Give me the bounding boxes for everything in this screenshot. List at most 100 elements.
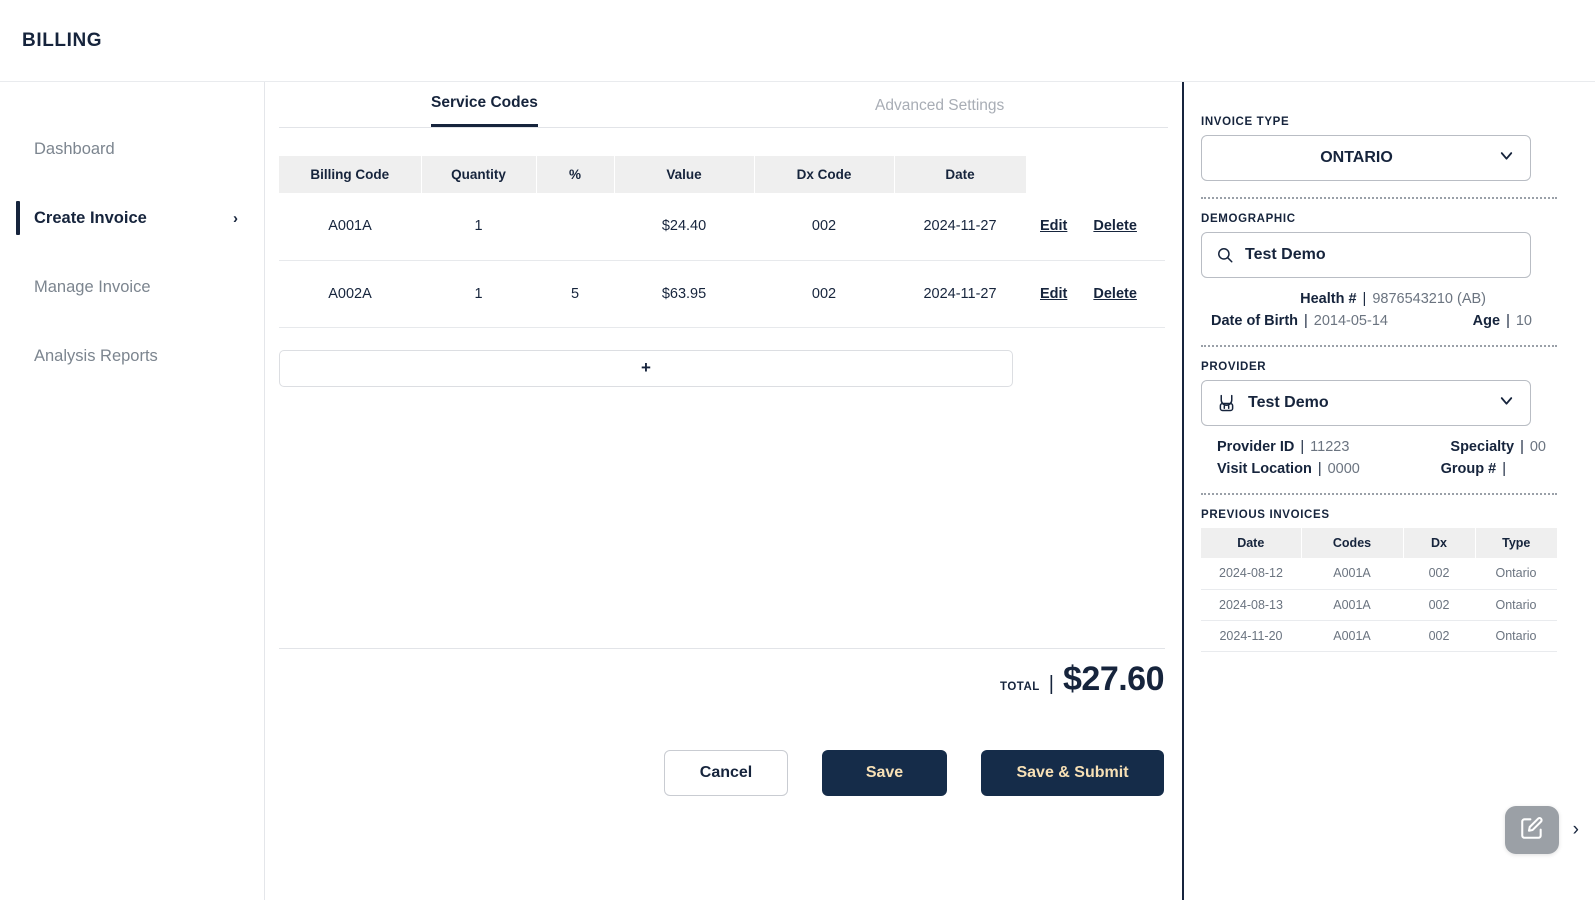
column-header-billing-code: Billing Code (279, 156, 422, 193)
provider-id-value: 11223 (1310, 439, 1350, 455)
cell-quantity: 1 (421, 193, 536, 261)
cell-dx-code: 002 (754, 193, 894, 261)
demographic-label: DEMOGRAPHIC (1201, 213, 1296, 225)
cell-billing-code: A002A (279, 260, 421, 328)
tab-service-codes[interactable]: Service Codes (431, 94, 538, 127)
cell-value: $24.40 (614, 193, 754, 261)
edit-link[interactable]: Edit (1040, 286, 1067, 302)
cell-date: 2024-11-27 (894, 260, 1026, 328)
column-header-codes: Codes (1301, 528, 1404, 558)
provider-select[interactable]: Test Demo (1201, 380, 1531, 426)
app-brand-title: BILLING (22, 29, 103, 51)
edit-fab-button[interactable] (1504, 806, 1559, 854)
section-divider (1201, 493, 1557, 495)
visit-location-label: Visit Location (1217, 461, 1312, 477)
chevron-down-icon (1497, 391, 1516, 415)
cell-dx: 002 (1403, 589, 1475, 621)
table-row[interactable]: 2024-08-12 A001A 002 Ontario (1201, 558, 1557, 590)
specialty-value: 00 (1529, 439, 1546, 455)
total-row: TOTAL | $27.60 (1000, 660, 1164, 699)
visit-location-group-line: Visit Location | 0000 Group # | (1201, 461, 1568, 477)
chevron-down-icon (1497, 146, 1516, 170)
delete-link[interactable]: Delete (1093, 286, 1137, 302)
visit-location-value: 0000 (1327, 461, 1360, 477)
sidebar-item-analysis-reports[interactable]: Analysis Reports (0, 331, 264, 381)
cell-dx-code: 002 (754, 260, 894, 328)
invoice-type-select[interactable]: ONTARIO (1201, 135, 1531, 181)
total-label: TOTAL (1000, 681, 1040, 693)
section-divider (1201, 197, 1557, 199)
search-icon (1216, 246, 1234, 264)
cell-date: 2024-11-20 (1201, 620, 1301, 652)
top-header: BILLING (0, 0, 1595, 82)
previous-invoices-label: PREVIOUS INVOICES (1201, 509, 1330, 521)
cell-type: Ontario (1475, 558, 1557, 590)
age-value: 10 (1515, 313, 1532, 329)
dob-value: 2014-05-14 (1313, 313, 1388, 329)
kv-separator: | (1502, 461, 1506, 477)
cell-type: Ontario (1475, 620, 1557, 652)
group-number-label: Group # (1440, 461, 1497, 477)
cell-date: 2024-08-12 (1201, 558, 1301, 590)
save-button[interactable]: Save (822, 750, 947, 796)
dob-age-line: Date of Birth | 2014-05-14 Age | 10 (1201, 313, 1568, 329)
column-header-dx-code: Dx Code (754, 156, 895, 193)
edit-link[interactable]: Edit (1040, 218, 1067, 234)
sidebar-item-dashboard[interactable]: Dashboard (0, 124, 264, 174)
column-header-dx: Dx (1403, 528, 1476, 558)
active-indicator-bar (16, 201, 20, 235)
column-header-percent: % (536, 156, 615, 193)
cell-actions: Edit Delete (1026, 260, 1165, 328)
service-codes-table-body: A001A 1 $24.40 002 2024-11-27 Edit Delet… (279, 193, 1165, 328)
sidebar-item-manage-invoice[interactable]: Manage Invoice (0, 262, 264, 312)
total-divider (279, 648, 1165, 649)
sidebar-item-create-invoice[interactable]: Create Invoice › (0, 193, 264, 243)
provider-id-label: Provider ID (1217, 439, 1295, 455)
provider-value: Test Demo (1248, 394, 1329, 411)
table-header-row: Date Codes Dx Type (1201, 528, 1557, 558)
cell-codes: A001A (1301, 589, 1403, 621)
panel-expand-chevron-icon[interactable]: › (1573, 819, 1579, 841)
save-and-submit-button[interactable]: Save & Submit (981, 750, 1164, 796)
service-codes-table-head: Billing Code Quantity % Value Dx Code Da… (279, 156, 1165, 193)
kv-separator: | (1317, 461, 1322, 477)
service-codes-table-wrapper: Billing Code Quantity % Value Dx Code Da… (279, 156, 1168, 328)
specialty-label: Specialty (1450, 439, 1515, 455)
kv-separator: | (1300, 439, 1305, 455)
cancel-button[interactable]: Cancel (664, 750, 788, 796)
column-header-actions (1026, 156, 1165, 193)
cell-dx: 002 (1403, 620, 1475, 652)
kv-separator: | (1304, 313, 1308, 329)
cell-dx: 002 (1403, 558, 1475, 590)
chevron-right-icon: › (233, 209, 238, 227)
cell-codes: A001A (1301, 558, 1403, 590)
table-row[interactable]: 2024-08-13 A001A 002 Ontario (1201, 589, 1557, 621)
health-number-line: Health # | 9876543210 (AB) (1201, 291, 1568, 307)
table-row[interactable]: 2024-11-20 A001A 002 Ontario (1201, 620, 1557, 652)
kv-separator: | (1362, 291, 1367, 307)
column-header-value: Value (614, 156, 755, 193)
form-action-bar: Cancel Save Save & Submit (265, 750, 1182, 796)
demographic-search-field[interactable]: Test Demo (1201, 232, 1531, 278)
cell-type: Ontario (1475, 589, 1557, 621)
table-row: A002A 1 5 $63.95 002 2024-11-27 Edit Del… (279, 260, 1165, 328)
provider-id-specialty-line: Provider ID | 11223 Specialty | 00 (1201, 439, 1568, 455)
tab-advanced-settings[interactable]: Advanced Settings (875, 97, 1004, 127)
cell-actions: Edit Delete (1026, 193, 1165, 261)
left-sidebar: Dashboard Create Invoice › Manage Invoic… (0, 82, 265, 900)
cell-billing-code: A001A (279, 193, 421, 261)
health-number-value: 9876543210 (AB) (1372, 291, 1486, 307)
cell-value: $63.95 (614, 260, 754, 328)
edit-square-icon (1519, 815, 1545, 846)
sidebar-item-label: Analysis Reports (34, 346, 158, 365)
section-divider (1201, 345, 1557, 347)
column-header-date: Date (1201, 528, 1302, 558)
delete-link[interactable]: Delete (1093, 218, 1137, 234)
cell-percent: 5 (536, 260, 614, 328)
sidebar-item-label: Manage Invoice (34, 277, 151, 296)
column-header-type: Type (1475, 528, 1557, 558)
add-service-code-button[interactable]: + (279, 349, 1013, 387)
previous-invoices-table: Date Codes Dx Type 2024-08-12 A001A 002 … (1201, 528, 1557, 652)
kv-separator: | (1506, 313, 1510, 329)
cell-date: 2024-11-27 (894, 193, 1026, 261)
